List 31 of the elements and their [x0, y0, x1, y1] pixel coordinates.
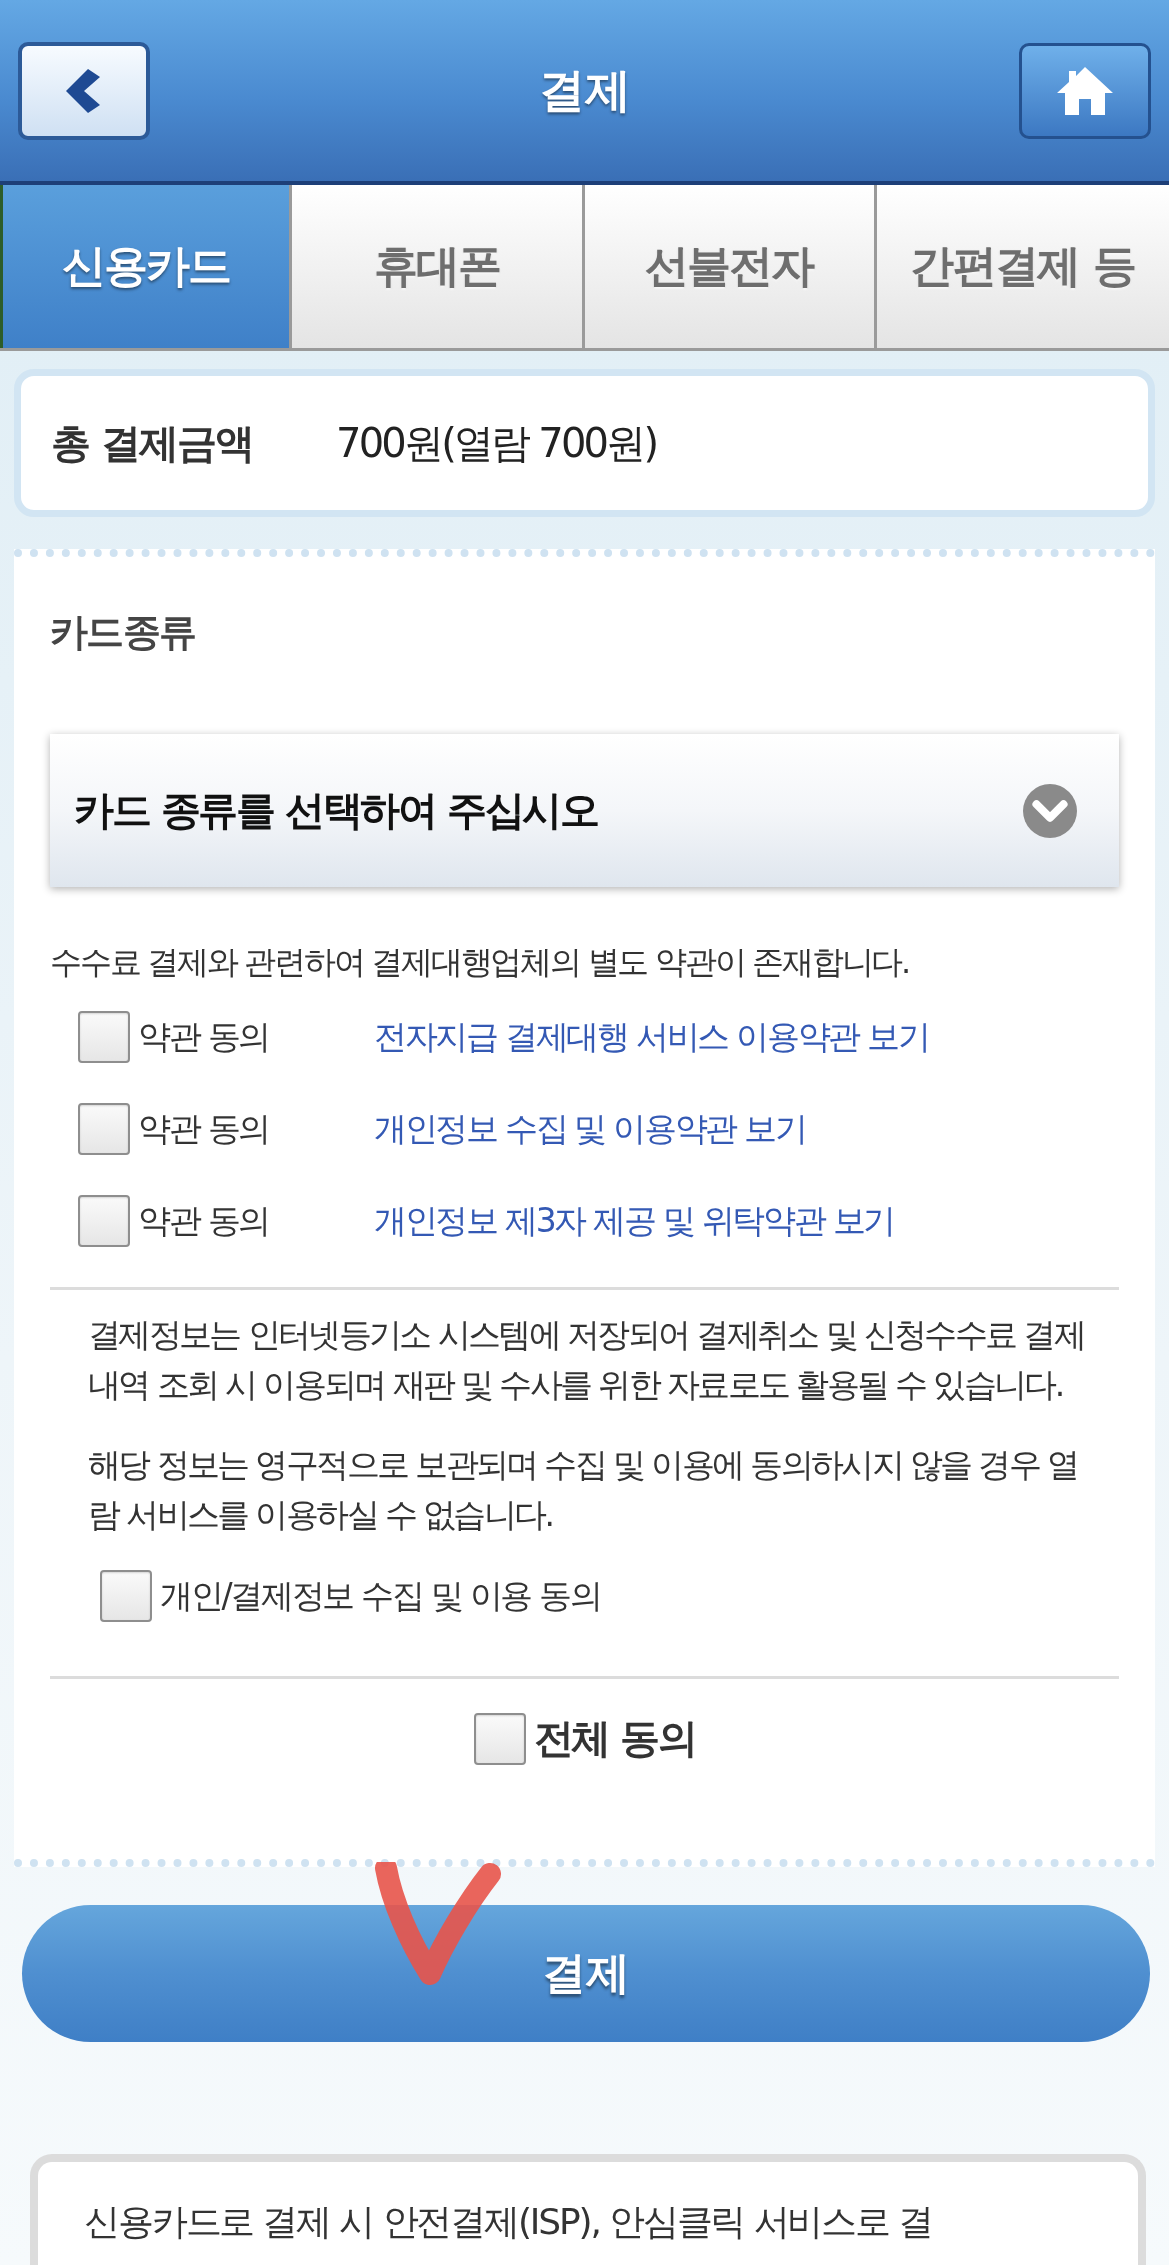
- page-title: 결제: [538, 61, 631, 119]
- tab[interactable]: 선불전자: [584, 185, 877, 348]
- tab[interactable]: 간편결제 등: [876, 185, 1169, 348]
- checkbox[interactable]: [473, 1712, 526, 1765]
- section-label: 카드종류: [50, 609, 197, 656]
- home-button[interactable]: [1019, 42, 1151, 139]
- terms-link[interactable]: 개인정보 제3자 제공 및 위탁약관 보기: [374, 1198, 894, 1244]
- terms-link[interactable]: 전자지급 결제대행 서비스 이용약관 보기: [374, 1014, 929, 1060]
- checkbox-label: 전체 동의: [533, 1714, 696, 1763]
- checkbox[interactable]: [78, 1103, 130, 1155]
- checkbox[interactable]: [100, 1570, 152, 1622]
- info-paragraph: 결제정보는 인터넷등기소 시스템에 저장되어 결제취소 및 신청수수료 결제 내역 조회 시 이용되며 재판 및 수사를 위한 자료로도 활용될 수 있습니다.: [88, 1314, 1086, 1406]
- checkbox-label: 개인/결제정보 수집 및 이용 동의: [160, 1574, 601, 1617]
- checkbox-label: 약관 동의: [138, 1015, 270, 1058]
- back-button[interactable]: [18, 41, 150, 140]
- fee-notice-text: 수수료 결제와 관련하여 결제대행업체의 별도 약관이 존재합니다.: [50, 942, 911, 983]
- chevron-down-icon: [1023, 783, 1077, 838]
- total-amount-value: 700원(열람 700원): [336, 418, 657, 468]
- checkbox[interactable]: [78, 1011, 130, 1063]
- checkbox[interactable]: [78, 1195, 130, 1247]
- checkbox-label: 약관 동의: [138, 1107, 270, 1150]
- info-paragraph: 해당 정보는 영구적으로 보관되며 수집 및 이용에 동의하시지 않을 경우 열람 서비스를 이용하실 수 없습니다.: [88, 1444, 1079, 1536]
- terms-link[interactable]: 개인정보 수집 및 이용약관 보기: [374, 1106, 806, 1152]
- tab[interactable]: 신용카드: [0, 185, 293, 348]
- total-amount-label: 총 결제금액: [51, 418, 254, 468]
- home-icon: [1055, 64, 1115, 117]
- card-type-dropdown[interactable]: 카드 종류를 선택하여 주십시오: [50, 734, 1119, 887]
- pay-button[interactable]: 결제: [22, 1905, 1150, 2042]
- notice-text: 신용카드로 결제 시 안전결제(ISP), 안심클릭 서비스로 결: [84, 2200, 934, 2244]
- tab[interactable]: 휴대폰: [292, 185, 585, 348]
- checkbox-label: 약관 동의: [138, 1199, 270, 1242]
